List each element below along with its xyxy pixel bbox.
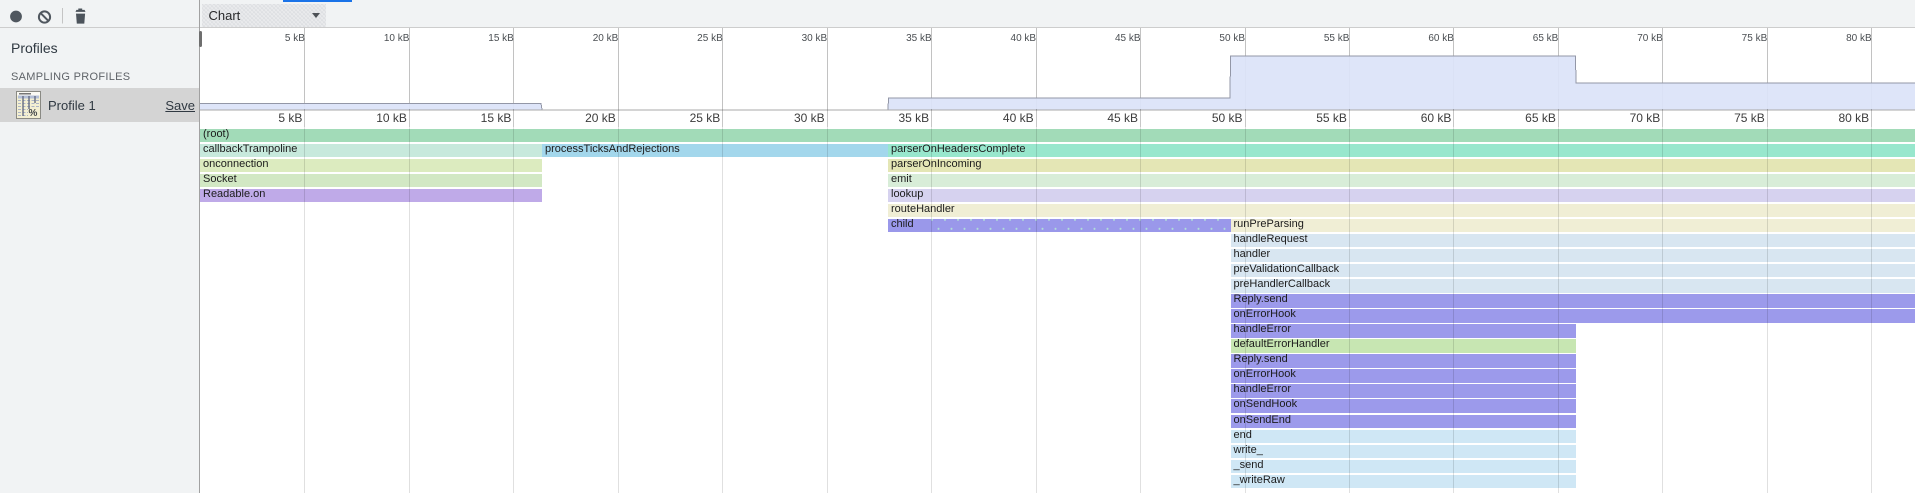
svg-text:%: %	[29, 108, 38, 119]
